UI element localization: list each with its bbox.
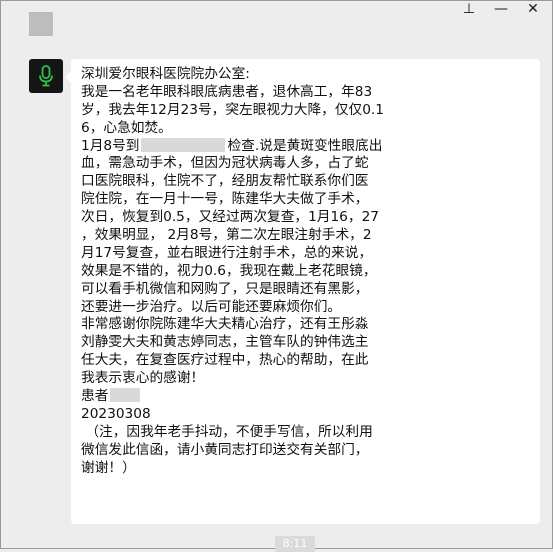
chat-window: ⊥ — ✕ 深圳爱尔眼科医院院办公室: 我是一名老年眼科眼底病患者，退休高工，年… — [0, 0, 553, 552]
message-line: ，效果明显， 2月8号，第二次左眼注射手术，2 — [81, 227, 372, 244]
message-line: 任大夫，在复查医疗过程中，热心的帮助，在此 — [81, 352, 369, 369]
message-line: 可以看手机微信和网购了，只是眼睛还有黑影， — [81, 280, 369, 297]
sender-avatar[interactable] — [29, 59, 63, 93]
message-line: 20230308 — [81, 405, 151, 422]
message-line: 口医院眼科，住院不了，经朋友帮忙联系你们医 — [81, 173, 369, 190]
message-line: 微信发此信函，请小黄同志打印送交有关部门， — [81, 441, 369, 458]
message-bubble[interactable]: 深圳爱尔眼科医院院办公室: 我是一名老年眼科眼底病患者，退休高工，年83 岁，我… — [65, 59, 540, 524]
close-icon[interactable]: ✕ — [526, 1, 540, 17]
redacted-patient-name — [110, 388, 141, 403]
message-line: 效果是不错的，视力0.6，我现在戴上老花眼镜， — [81, 262, 377, 279]
message-line: 刘静雯大夫和黄志婷同志，主管车队的钟伟选主 — [81, 334, 369, 351]
message-line-tail: 检查.说是黄斑变性眼底出 — [227, 137, 383, 154]
message-line: 患者 — [81, 388, 532, 406]
minimize-icon[interactable]: — — [494, 1, 508, 17]
patient-label: 患者 — [81, 388, 109, 405]
message-line: 我表示衷心的感谢！ — [81, 370, 205, 387]
message-line: 谢谢！） — [81, 459, 136, 476]
redacted-hospital-name — [141, 137, 226, 152]
window-controls: ⊥ — ✕ — [462, 1, 540, 17]
message-line: 月17号复查，並右眼进行注射手术，总的来说， — [81, 244, 373, 261]
message-line: 6，心急如焚。 — [81, 119, 172, 136]
microphone-icon — [39, 65, 53, 87]
message-line: 岁，我去年12月23号，突左眼视力大降，仅仅0.1 — [81, 101, 384, 118]
message-line: 院住院，在一月十一号，陈建华大夫做了手术， — [81, 191, 369, 208]
message-line: 血，需急动手术，但因为冠状病毒人多，占了蛇 — [81, 155, 369, 172]
message-line: （注，因我年老手抖动，不便手写信，所以利用 — [81, 423, 373, 440]
contact-avatar-placeholder — [29, 12, 53, 36]
pin-icon[interactable]: ⊥ — [462, 1, 476, 17]
message-line-head: 1月8号到 — [81, 137, 140, 154]
message-line: 次日，恢复到0.5，又经过两次复查，1月16，27 — [81, 209, 379, 226]
message-line: 非常感谢你院陈建华大夫精心治疗，还有王彤淼 — [81, 316, 369, 333]
message-line: 我是一名老年眼科眼底病患者，退休高工，年83 — [81, 83, 373, 100]
message-line: 深圳爱尔眼科医院院办公室: — [81, 66, 250, 82]
message-line: 还要进一步治疗。以后可能还要麻烦你们。 — [81, 298, 342, 315]
timestamp: 8:11 — [275, 536, 315, 552]
message-line: 1月8号到 检查.说是黄斑变性眼底出 — [81, 137, 532, 156]
